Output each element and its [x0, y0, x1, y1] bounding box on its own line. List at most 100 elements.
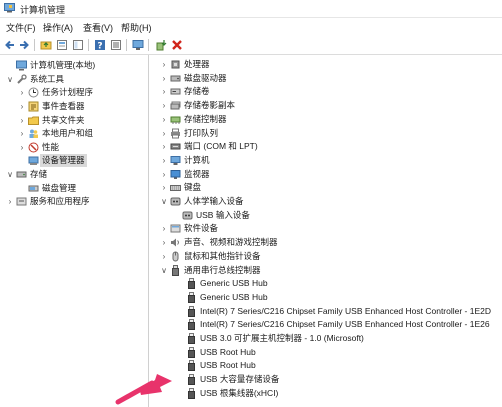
toolbar-separator [88, 39, 89, 51]
device-tree-item[interactable]: › 处理器 [150, 58, 500, 71]
monitor-icon[interactable] [131, 38, 145, 52]
device-tree-item[interactable]: USB 大容量存储设备 [150, 373, 500, 386]
menu-help[interactable]: 帮助(H) [121, 21, 152, 34]
expand-chevron-icon[interactable]: › [160, 58, 168, 71]
expand-chevron-icon[interactable]: › [160, 236, 168, 249]
nav-tree-item[interactable]: 计算机管理(本地) [0, 59, 146, 72]
device-tree-item[interactable]: › 存储卷影副本 [150, 99, 500, 112]
device-tree-item[interactable]: › 软件设备 [150, 222, 500, 235]
device-tree-item-label: 磁盘驱动器 [184, 72, 227, 83]
expand-chevron-icon[interactable]: › [160, 154, 168, 167]
expand-chevron-icon[interactable]: › [160, 72, 168, 85]
storage-controller-icon [170, 114, 181, 125]
expand-chevron-icon[interactable]: › [160, 140, 168, 153]
expand-chevron-icon[interactable]: › [160, 222, 168, 235]
device-tree-item[interactable]: USB 根集线器(xHCI) [150, 387, 500, 400]
device-tree-item[interactable]: Intel(R) 7 Series/C216 Chipset Family US… [150, 318, 500, 331]
device-tree-item[interactable]: › 打印队列 [150, 127, 500, 140]
device-tree-item-label: USB 3.0 可扩展主机控制器 - 1.0 (Microsoft) [200, 333, 364, 343]
expand-chevron-icon[interactable]: › [18, 127, 26, 140]
show-list-icon[interactable] [109, 38, 123, 52]
storage-icon [16, 169, 27, 180]
expand-chevron-icon[interactable]: › [160, 113, 168, 126]
port-icon [170, 141, 181, 152]
nav-tree-item[interactable]: ∨ 存储 [0, 168, 146, 181]
uninstall-icon[interactable] [170, 38, 184, 52]
device-tree-item[interactable]: Generic USB Hub [150, 277, 500, 290]
device-tree-item[interactable]: › 磁盘驱动器 [150, 72, 500, 85]
device-tree-item[interactable]: › 存储控制器 [150, 113, 500, 126]
device-tree-item[interactable]: USB Root Hub [150, 359, 500, 372]
device-tree-item-label: 处理器 [184, 59, 210, 69]
device-tree-item[interactable]: › 端口 (COM 和 LPT) [150, 140, 500, 153]
device-manager-icon [28, 155, 39, 166]
device-tree-pane: › 处理器 › 磁盘驱动器 › 存储卷 › 存储卷影副本 › 存储控制器 › 打印队列 › 端口 (COM… [150, 55, 502, 407]
nav-tree-item[interactable]: › 本地用户和组 [0, 127, 146, 140]
device-tree-item[interactable]: USB 3.0 可扩展主机控制器 - 1.0 (Microsoft) [150, 332, 500, 345]
event-viewer-icon [28, 101, 39, 112]
forward-icon[interactable] [17, 38, 31, 52]
menu-file[interactable]: 文件(F) [6, 21, 36, 34]
show-hide-tree-icon[interactable] [71, 38, 85, 52]
expand-chevron-icon[interactable]: › [160, 85, 168, 98]
collapse-chevron-icon[interactable]: ∨ [6, 73, 14, 86]
nav-tree-item-label: 服务和应用程序 [30, 196, 90, 206]
nav-tree-item-label: 共享文件夹 [42, 115, 85, 125]
nav-tree-item-label: 存储 [30, 169, 48, 179]
device-tree-item-label: 键盘 [184, 182, 202, 193]
device-tree-item-label: 鼠标和其他指针设备 [184, 250, 261, 261]
nav-tree-item[interactable]: ∨ 系统工具 [0, 73, 146, 86]
device-tree-item-label: 软件设备 [184, 223, 219, 234]
device-tree-item[interactable]: › 存储卷 [150, 85, 500, 98]
device-tree-item[interactable]: USB 输入设备 [150, 209, 500, 222]
expand-chevron-icon[interactable]: › [18, 86, 26, 99]
device-tree-item-label: USB Root Hub [200, 360, 256, 371]
menu-view[interactable]: 查看(V) [83, 21, 113, 34]
device-tree-item[interactable]: USB Root Hub [150, 346, 500, 359]
expand-chevron-icon[interactable]: › [160, 99, 168, 112]
tools-icon [16, 74, 27, 85]
nav-tree-item[interactable]: 磁盘管理 [0, 182, 146, 195]
update-driver-icon[interactable] [154, 38, 168, 52]
shared-folder-icon [28, 115, 39, 126]
up-folder-icon[interactable] [39, 38, 53, 52]
nav-tree-item[interactable]: › 任务计划程序 [0, 86, 146, 99]
expand-chevron-icon[interactable]: › [18, 100, 26, 113]
expand-chevron-icon[interactable]: › [160, 181, 168, 194]
expand-chevron-icon[interactable]: › [18, 141, 26, 154]
nav-tree-item[interactable]: 设备管理器 [0, 154, 146, 167]
collapse-chevron-icon[interactable]: ∨ [6, 168, 14, 181]
expand-chevron-icon[interactable]: › [160, 127, 168, 140]
nav-tree-item[interactable]: › 事件查看器 [0, 100, 146, 113]
software-device-icon [170, 223, 181, 234]
properties-icon[interactable] [55, 38, 69, 52]
back-icon[interactable] [3, 38, 17, 52]
help-icon[interactable]: ? [93, 38, 107, 52]
expand-chevron-icon[interactable]: › [160, 250, 168, 263]
nav-tree-item[interactable]: › 性能 [0, 141, 146, 154]
nav-tree-item[interactable]: › 共享文件夹 [0, 114, 146, 127]
device-tree-item[interactable]: Generic USB Hub [150, 291, 500, 304]
expand-chevron-icon[interactable]: › [6, 195, 14, 208]
nav-tree-item[interactable]: › 服务和应用程序 [0, 195, 146, 208]
device-tree-item[interactable]: › 计算机 [150, 154, 500, 167]
device-tree-item[interactable]: › 监视器 [150, 168, 500, 181]
device-tree-item[interactable]: › 声音、视频和游戏控制器 [150, 236, 500, 249]
menu-action[interactable]: 操作(A) [43, 21, 73, 34]
expand-chevron-icon[interactable]: › [160, 168, 168, 181]
expand-chevron-icon[interactable]: › [18, 114, 26, 127]
monitor-icon [170, 169, 181, 180]
device-tree-item[interactable]: ∨ 通用串行总线控制器 [150, 264, 500, 277]
collapse-chevron-icon[interactable]: ∨ [160, 264, 168, 277]
device-tree-item[interactable]: › 键盘 [150, 181, 500, 194]
collapse-chevron-icon[interactable]: ∨ [160, 195, 168, 208]
navigation-tree-pane: 计算机管理(本地) ∨ 系统工具 › 任务计划程序 › 事件查看器 › 共享文件夹 › 本地用户和组… [0, 55, 149, 407]
device-tree-item[interactable]: › 鼠标和其他指针设备 [150, 250, 500, 263]
device-tree-item[interactable]: Intel(R) 7 Series/C216 Chipset Family US… [150, 305, 500, 318]
device-tree-item[interactable]: ∨ 人体学输入设备 [150, 195, 500, 208]
